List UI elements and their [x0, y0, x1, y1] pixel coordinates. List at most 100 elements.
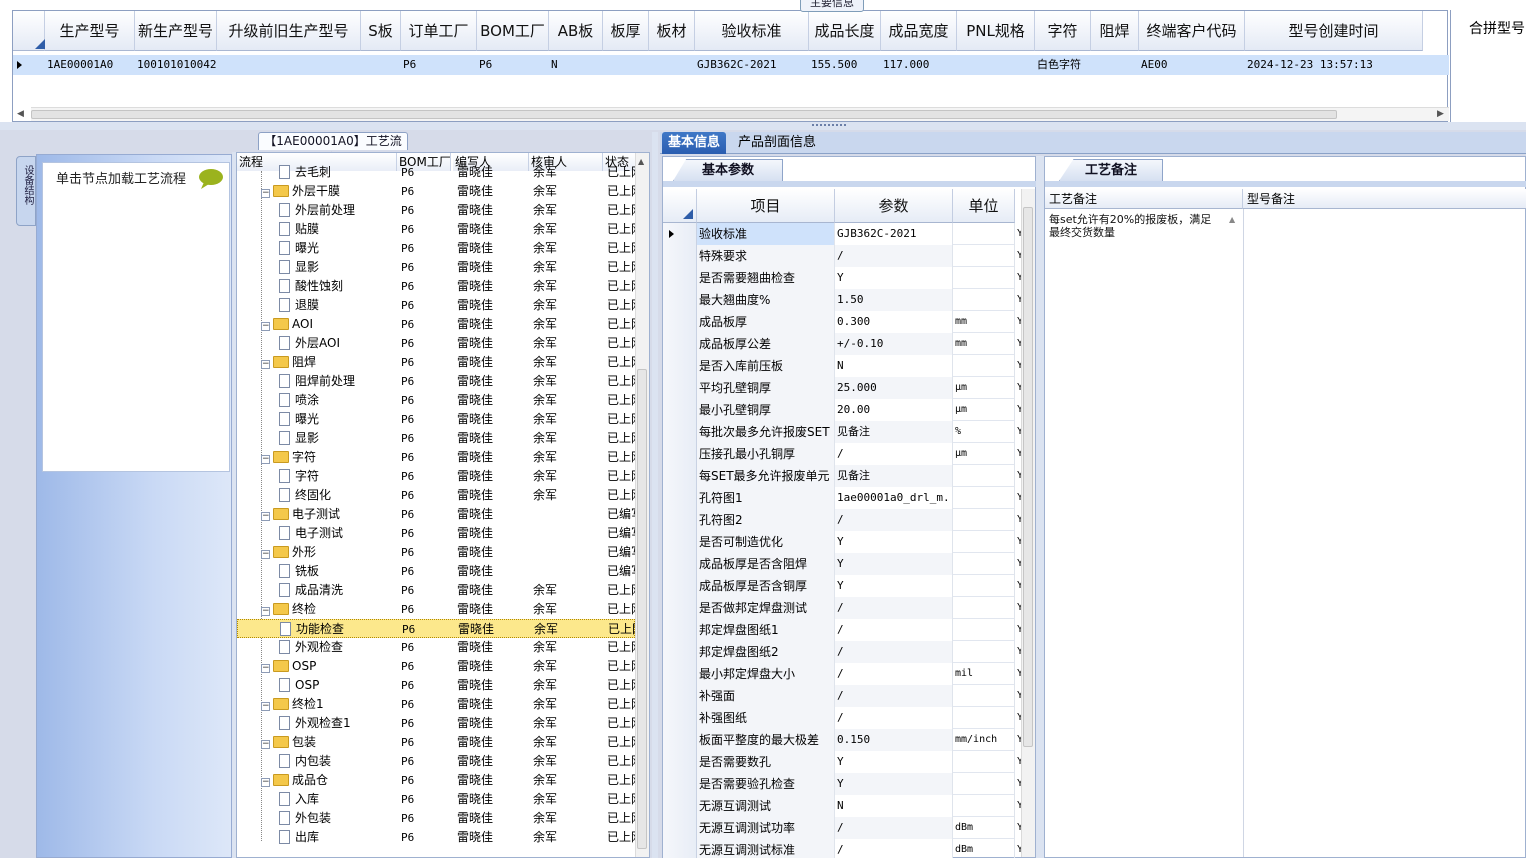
scroll-up-arrow-icon[interactable]: ▲	[1229, 215, 1235, 224]
param-cell-param[interactable]: 0.300	[835, 311, 953, 333]
main-info-cell[interactable]	[217, 55, 361, 75]
tree-node[interactable]: − 终检1	[261, 695, 393, 714]
tree-node[interactable]: 阻焊前处理	[279, 372, 393, 391]
tree-row[interactable]: 退膜 P6 雷晓佳 余军 已上网	[237, 296, 637, 315]
row-indicator[interactable]	[663, 487, 697, 509]
param-row[interactable]: 成品板厚是否含铜厚YY	[663, 575, 1023, 597]
param-cell-param[interactable]: Y	[835, 773, 953, 795]
row-indicator[interactable]	[663, 245, 697, 267]
param-cell-param[interactable]: 见备注	[835, 421, 953, 443]
param-row[interactable]: 成品板厚0.300mmY	[663, 311, 1023, 333]
col-header[interactable]: 新生产型号	[135, 11, 217, 51]
param-row[interactable]: 最小邦定焊盘大小/milY	[663, 663, 1023, 685]
tree-row[interactable]: 成品清洗 P6 雷晓佳 余军 已上网	[237, 581, 637, 600]
tree-node[interactable]: 去毛刺	[279, 163, 393, 182]
tree-row[interactable]: − 字符 P6 雷晓佳 余军 已上网	[237, 448, 637, 467]
collapse-icon[interactable]: −	[261, 360, 270, 369]
col-header[interactable]: 订单工厂	[401, 11, 477, 51]
param-row[interactable]: 是否可制造优化YY	[663, 531, 1023, 553]
collapse-icon[interactable]: −	[261, 189, 270, 198]
param-row[interactable]: 每SET最多允许报废单元见备注Y	[663, 465, 1023, 487]
tree-row[interactable]: 去毛刺 P6 雷晓佳 余军 已上网	[237, 163, 637, 182]
tree-node[interactable]: − AOI	[261, 315, 393, 334]
param-row[interactable]: 无源互调测试标准/dBmY	[663, 839, 1023, 858]
model-note-header[interactable]: 型号备注	[1243, 189, 1526, 209]
tree-node[interactable]: 退膜	[279, 296, 393, 315]
scroll-right-arrow-icon[interactable]: ▶	[1437, 109, 1444, 119]
basic-params-tab[interactable]: 基本参数	[673, 159, 783, 181]
main-info-cell[interactable]	[1091, 55, 1139, 75]
param-cell-param[interactable]: 见备注	[835, 465, 953, 487]
param-row[interactable]: 最大翘曲度%1.50Y	[663, 289, 1023, 311]
horizontal-splitter[interactable]	[0, 122, 1526, 130]
row-indicator[interactable]	[663, 311, 697, 333]
collapse-icon[interactable]: −	[261, 778, 270, 787]
param-row[interactable]: 验收标准GJB362C-2021Y	[663, 223, 1023, 245]
tree-row[interactable]: OSP P6 雷晓佳 余军 已上网	[237, 676, 637, 695]
param-row[interactable]: 邦定焊盘图纸1/Y	[663, 619, 1023, 641]
tree-row[interactable]: 外层前处理 P6 雷晓佳 余军 已上网	[237, 201, 637, 220]
tree-row[interactable]: − 终检 P6 雷晓佳 余军 已上网	[237, 600, 637, 619]
main-info-cell[interactable]: N	[549, 55, 603, 75]
param-row[interactable]: 补强面/Y	[663, 685, 1023, 707]
tree-node[interactable]: 成品清洗	[279, 581, 393, 600]
param-cell-param[interactable]: /	[835, 663, 953, 685]
row-indicator[interactable]	[663, 685, 697, 707]
scroll-up-arrow-icon[interactable]: ▲	[638, 157, 644, 166]
main-info-cell[interactable]: P6	[477, 55, 549, 75]
tree-node[interactable]: 外层AOI	[279, 334, 393, 353]
collapse-icon[interactable]: −	[261, 322, 270, 331]
col-header[interactable]: 字符	[1035, 11, 1091, 51]
tree-row[interactable]: 铣板 P6 雷晓佳 已编写	[237, 562, 637, 581]
row-indicator[interactable]	[663, 443, 697, 465]
row-indicator[interactable]	[663, 597, 697, 619]
param-cell-param[interactable]: N	[835, 795, 953, 817]
param-cell-param[interactable]: Y	[835, 751, 953, 773]
param-cell-param[interactable]: 25.000	[835, 377, 953, 399]
col-header[interactable]: PNL规格	[957, 11, 1035, 51]
scroll-left-arrow-icon[interactable]: ◀	[17, 109, 24, 119]
tree-node[interactable]: − 终检	[261, 600, 393, 619]
tree-row[interactable]: 终固化 P6 雷晓佳 余军 已上网	[237, 486, 637, 505]
main-info-cell[interactable]	[957, 55, 1035, 75]
param-cell-param[interactable]: +/-0.10	[835, 333, 953, 355]
tree-node[interactable]: 内包装	[279, 752, 393, 771]
tree-node[interactable]: − OSP	[261, 657, 393, 676]
row-indicator[interactable]	[663, 289, 697, 311]
row-indicator[interactable]	[663, 641, 697, 663]
param-row[interactable]: 成品板厚公差+/-0.10mmY	[663, 333, 1023, 355]
param-row[interactable]: 是否做邦定焊盘测试/Y	[663, 597, 1023, 619]
tree-row[interactable]: 阻焊前处理 P6 雷晓佳 余军 已上网	[237, 372, 637, 391]
tab-basic-info[interactable]: 基本信息	[662, 132, 727, 154]
row-indicator[interactable]	[663, 817, 697, 839]
param-cell-param[interactable]: Y	[835, 531, 953, 553]
row-indicator[interactable]	[663, 223, 697, 245]
col-header[interactable]: S板	[361, 11, 401, 51]
param-cell-param[interactable]: 0.150	[835, 729, 953, 751]
tree-row[interactable]: 酸性蚀刻 P6 雷晓佳 余军 已上网	[237, 277, 637, 296]
col-header[interactable]: 板材	[649, 11, 695, 51]
param-cell-param[interactable]: N	[835, 355, 953, 377]
col-header[interactable]: 验收标准	[695, 11, 809, 51]
tree-node[interactable]: 喷涂	[279, 391, 393, 410]
param-row[interactable]: 压接孔最小孔铜厚/μmY	[663, 443, 1023, 465]
col-header[interactable]: BOM工厂	[477, 11, 549, 51]
row-indicator[interactable]	[663, 553, 697, 575]
row-indicator[interactable]	[663, 707, 697, 729]
tree-node[interactable]: 铣板	[279, 562, 393, 581]
main-info-cell[interactable]: 2024-12-23 13:57:13	[1245, 55, 1423, 75]
node-list-box[interactable]	[42, 162, 230, 472]
tree-row[interactable]: 曝光 P6 雷晓佳 余军 已上网	[237, 239, 637, 258]
row-indicator[interactable]	[663, 355, 697, 377]
col-header[interactable]: 成品宽度	[881, 11, 957, 51]
tree-node[interactable]: 电子测试	[279, 524, 393, 543]
tree-row[interactable]: 贴膜 P6 雷晓佳 余军 已上网	[237, 220, 637, 239]
collapse-icon[interactable]: −	[261, 607, 270, 616]
main-info-cell[interactable]: 白色字符	[1035, 55, 1091, 75]
merged-model-header[interactable]: 合拼型号	[1469, 18, 1525, 38]
main-info-cell[interactable]: 10010101004205	[135, 55, 217, 75]
tree-node[interactable]: 入库	[279, 790, 393, 809]
tree-row[interactable]: 功能检查 P6 雷晓佳 余军 已上网	[237, 619, 638, 638]
col-header-param[interactable]: 参数	[835, 189, 953, 223]
param-row[interactable]: 是否入库前压板NY	[663, 355, 1023, 377]
